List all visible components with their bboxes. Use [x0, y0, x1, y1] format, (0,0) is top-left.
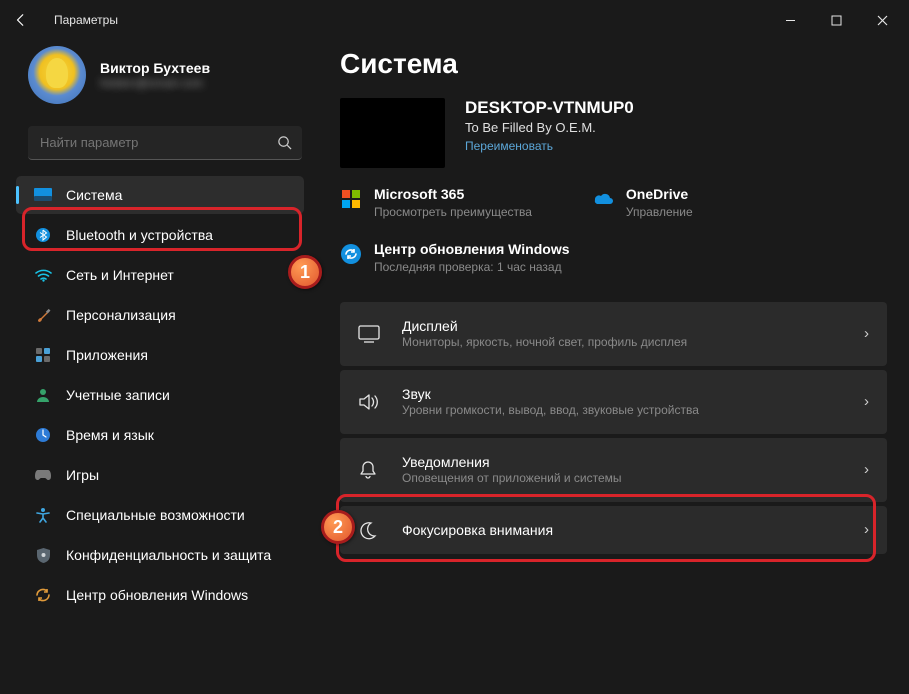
search-box[interactable]: [28, 126, 302, 160]
window-title: Параметры: [54, 13, 118, 27]
page-title: Система: [340, 48, 887, 80]
tile-title: OneDrive: [626, 186, 693, 203]
setting-sub: Уровни громкости, вывод, ввод, звуковые …: [402, 403, 846, 417]
sidebar-item-label: Специальные возможности: [66, 507, 245, 523]
tile-title: Центр обновления Windows: [374, 241, 570, 258]
settings-list: Дисплей Мониторы, яркость, ночной свет, …: [340, 302, 887, 554]
sidebar-item-label: Сеть и Интернет: [66, 267, 174, 283]
profile-block[interactable]: Виктор Бухтеев hidden@email.com: [10, 40, 310, 120]
rename-link[interactable]: Переименовать: [465, 139, 634, 153]
bluetooth-icon: [34, 226, 52, 244]
setting-display[interactable]: Дисплей Мониторы, яркость, ночной свет, …: [340, 302, 887, 366]
setting-title: Звук: [402, 386, 846, 402]
sidebar-item-windows-update[interactable]: Центр обновления Windows: [16, 576, 304, 614]
sidebar-item-label: Учетные записи: [66, 387, 170, 403]
chevron-right-icon: ›: [864, 393, 869, 410]
minimize-button[interactable]: [767, 4, 813, 36]
setting-title: Дисплей: [402, 318, 846, 334]
display-icon: [358, 325, 384, 343]
globe-clock-icon: [34, 426, 52, 444]
maximize-button[interactable]: [813, 4, 859, 36]
sidebar-item-label: Персонализация: [66, 307, 176, 323]
sidebar-item-personalization[interactable]: Персонализация: [16, 296, 304, 334]
chevron-right-icon: ›: [864, 521, 869, 538]
sidebar-item-label: Игры: [66, 467, 99, 483]
update-icon: [34, 586, 52, 604]
sidebar-item-network[interactable]: Сеть и Интернет: [16, 256, 304, 294]
sidebar-item-label: Bluetooth и устройства: [66, 227, 213, 243]
sidebar: Виктор Бухтеев hidden@email.com Система: [0, 40, 318, 694]
sidebar-item-label: Центр обновления Windows: [66, 587, 248, 603]
update-circle-icon: [340, 243, 362, 265]
sidebar-item-time-language[interactable]: Время и язык: [16, 416, 304, 454]
back-button[interactable]: [14, 13, 42, 27]
sidebar-item-label: Время и язык: [66, 427, 154, 443]
sidebar-item-apps[interactable]: Приложения: [16, 336, 304, 374]
ms365-icon: [340, 188, 362, 210]
accessibility-icon: [34, 506, 52, 524]
sidebar-item-accounts[interactable]: Учетные записи: [16, 376, 304, 414]
chevron-right-icon: ›: [864, 325, 869, 342]
tile-sub: Управление: [626, 205, 693, 219]
person-icon: [34, 386, 52, 404]
device-thumbnail: [340, 98, 445, 168]
search-icon: [277, 135, 292, 150]
system-icon: [34, 186, 52, 204]
tile-title: Microsoft 365: [374, 186, 532, 203]
setting-sub: Мониторы, яркость, ночной свет, профиль …: [402, 335, 846, 349]
setting-notifications[interactable]: Уведомления Оповещения от приложений и с…: [340, 438, 887, 502]
sound-icon: [358, 392, 384, 412]
device-oem: To Be Filled By O.E.M.: [465, 120, 634, 135]
bell-icon: [358, 460, 384, 480]
device-block: DESKTOP-VTNMUP0 To Be Filled By O.E.M. П…: [340, 98, 887, 168]
gamepad-icon: [34, 466, 52, 484]
tile-onedrive[interactable]: OneDrive Управление: [592, 186, 693, 219]
sidebar-item-bluetooth[interactable]: Bluetooth и устройства: [16, 216, 304, 254]
sidebar-item-label: Приложения: [66, 347, 148, 363]
chevron-right-icon: ›: [864, 461, 869, 478]
tile-sub: Просмотреть преимущества: [374, 205, 532, 219]
tile-windows-update[interactable]: Центр обновления Windows Последняя прове…: [340, 241, 570, 274]
sidebar-item-system[interactable]: Система: [16, 176, 304, 214]
tile-microsoft-365[interactable]: Microsoft 365 Просмотреть преимущества: [340, 186, 532, 219]
sidebar-item-label: Конфиденциальность и защита: [66, 547, 271, 563]
content-area: Система DESKTOP-VTNMUP0 To Be Filled By …: [318, 40, 909, 694]
shield-icon: [34, 546, 52, 564]
tile-sub: Последняя проверка: 1 час назад: [374, 260, 570, 274]
apps-icon: [34, 346, 52, 364]
setting-title: Фокусировка внимания: [402, 522, 846, 538]
avatar: [28, 46, 86, 104]
sidebar-nav: Система Bluetooth и устройства Сеть и Ин…: [10, 174, 310, 616]
brush-icon: [34, 306, 52, 324]
moon-icon: [358, 520, 384, 540]
profile-name: Виктор Бухтеев: [100, 60, 210, 76]
search-input[interactable]: [38, 134, 277, 151]
close-button[interactable]: [859, 4, 905, 36]
setting-title: Уведомления: [402, 454, 846, 470]
titlebar: Параметры: [0, 0, 909, 40]
sidebar-item-label: Система: [66, 187, 122, 203]
sidebar-item-privacy[interactable]: Конфиденциальность и защита: [16, 536, 304, 574]
sidebar-item-gaming[interactable]: Игры: [16, 456, 304, 494]
setting-sound[interactable]: Звук Уровни громкости, вывод, ввод, звук…: [340, 370, 887, 434]
profile-email: hidden@email.com: [100, 76, 210, 90]
wifi-icon: [34, 266, 52, 284]
device-name: DESKTOP-VTNMUP0: [465, 98, 634, 118]
setting-focus-assist[interactable]: Фокусировка внимания ›: [340, 506, 887, 554]
onedrive-icon: [592, 188, 614, 210]
sidebar-item-accessibility[interactable]: Специальные возможности: [16, 496, 304, 534]
setting-sub: Оповещения от приложений и системы: [402, 471, 846, 485]
